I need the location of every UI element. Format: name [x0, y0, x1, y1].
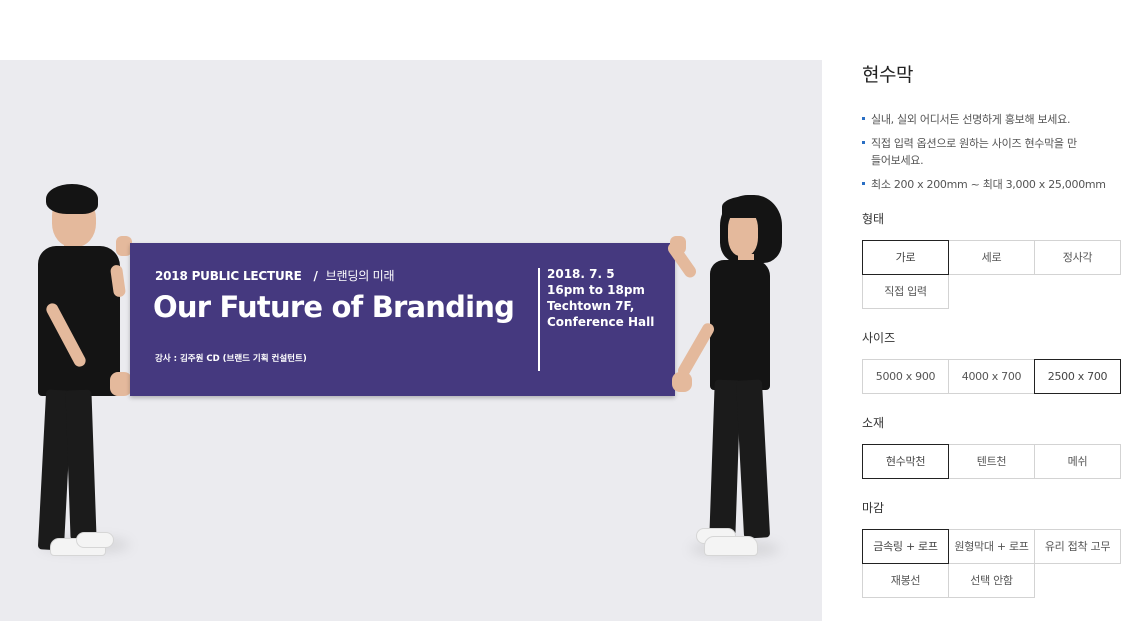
- material-option-banner-cloth[interactable]: 현수막천: [862, 444, 949, 479]
- banner-divider: [538, 268, 540, 371]
- banner-time: 16pm to 18pm: [547, 283, 645, 297]
- feature-list: 실내, 실외 어디서든 선명하게 홍보해 보세요. 직접 입력 옵션으로 원하는…: [862, 111, 1122, 193]
- shape-option-horizontal[interactable]: 가로: [862, 240, 949, 275]
- banner-speaker: 강사 : 김주원 CD (브랜드 기획 컨설턴트): [155, 354, 307, 364]
- banner-date: 2018. 7. 5: [547, 267, 615, 281]
- feature-item: 최소 200 x 200mm ~ 최대 3,000 x 25,000mm: [862, 176, 1122, 193]
- material-option-tent-cloth[interactable]: 텐트천: [948, 444, 1035, 479]
- finish-option-glass-adhesive[interactable]: 유리 접착 고무: [1034, 529, 1121, 564]
- material-option-mesh[interactable]: 메쉬: [1034, 444, 1121, 479]
- size-option-2500x700[interactable]: 2500 x 700: [1034, 359, 1121, 394]
- material-option-group: 소재 현수막천 텐트천 메쉬: [862, 415, 1122, 480]
- banner-venue-line-1: Techtown 7F,: [547, 299, 635, 313]
- banner-kicker: 2018 PUBLIC LECTURE / 브랜딩의 미래: [155, 269, 395, 283]
- finish-option-sewn-edge[interactable]: 재봉선: [862, 563, 949, 598]
- size-option-4000x700[interactable]: 4000 x 700: [948, 359, 1035, 394]
- size-label: 사이즈: [862, 331, 896, 345]
- size-option-5000x900[interactable]: 5000 x 900: [862, 359, 949, 394]
- product-options-panel: 현수막 실내, 실외 어디서든 선명하게 홍보해 보세요. 직접 입력 옵션으로…: [862, 60, 1122, 598]
- feature-item: 실내, 실외 어디서든 선명하게 홍보해 보세요.: [862, 111, 1122, 128]
- finish-option-metal-ring-rope[interactable]: 금속링 + 로프: [862, 529, 949, 564]
- finish-option-group: 마감 금속링 + 로프 원형막대 + 로프 유리 접착 고무 재봉선 선택 안함: [862, 500, 1122, 599]
- finish-option-none[interactable]: 선택 안함: [948, 563, 1035, 598]
- product-title: 현수막: [862, 64, 913, 86]
- banner-venue-line-2: Conference Hall: [547, 315, 655, 329]
- material-label: 소재: [862, 416, 885, 430]
- finish-option-round-bar-rope[interactable]: 원형막대 + 로프: [948, 529, 1035, 564]
- banner-title: Our Future of Branding: [153, 290, 515, 324]
- product-photo: 2018 PUBLIC LECTURE / 브랜딩의 미래 Our Future…: [0, 60, 822, 621]
- lecture-banner: 2018 PUBLIC LECTURE / 브랜딩의 미래 Our Future…: [130, 243, 675, 396]
- banner-event-info: 2018. 7. 5 16pm to 18pm Techtown 7F, Con…: [547, 266, 654, 330]
- finish-label: 마감: [862, 501, 885, 515]
- shape-option-group: 형태 가로 세로 정사각 직접 입력: [862, 211, 1122, 310]
- size-option-group: 사이즈 5000 x 900 4000 x 700 2500 x 700: [862, 330, 1122, 395]
- shape-option-square[interactable]: 정사각: [1034, 240, 1121, 275]
- shape-option-vertical[interactable]: 세로: [948, 240, 1035, 275]
- shape-option-custom[interactable]: 직접 입력: [862, 274, 949, 309]
- shape-label: 형태: [862, 212, 885, 226]
- feature-item: 직접 입력 옵션으로 원하는 사이즈 현수막을 만들어보세요.: [862, 135, 1122, 169]
